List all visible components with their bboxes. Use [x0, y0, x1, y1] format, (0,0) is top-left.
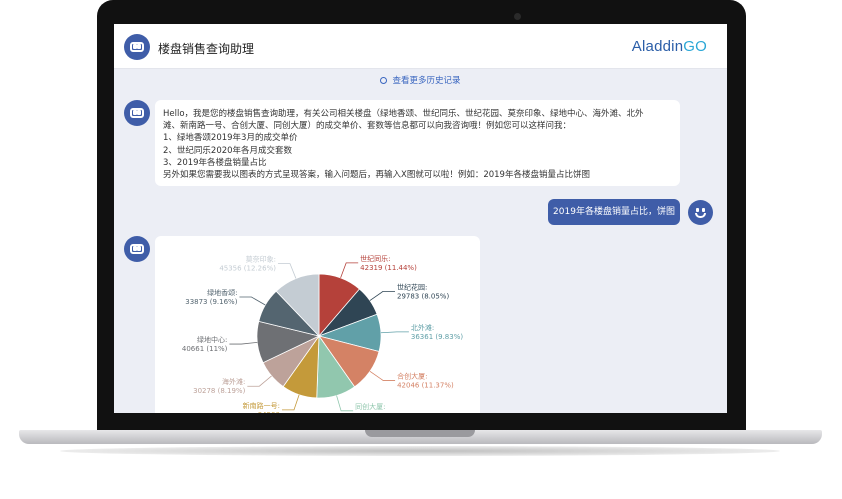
bot-message-line: 滩、新南路一号、合创大厦、同创大厦）的成交单价、套数等信息都可以向我咨询哦！例如… [163, 121, 572, 132]
pie-label-value: 33873 (9.16%) [185, 298, 237, 306]
pie-label-line [369, 290, 395, 301]
camera [514, 13, 521, 20]
pie-label-value: 40661 (11%) [182, 345, 228, 353]
chart-card: 世纪同乐: 42319 (11.44%) 世纪花园: 29783 (8.05%) 北外滩… [155, 236, 480, 413]
bot-avatar-icon [124, 236, 150, 262]
pie-label-value: 36361 (9.83%) [411, 333, 463, 341]
pie-chart: 世纪同乐:42319 (11.44%) 世纪花园:29783 (8.05%) 北外滩… [182, 254, 463, 413]
bot-message: Hello，我是您的楼盘销售查询助理，有关公司相关楼盘（绿地香颂、世纪同乐、世纪… [155, 100, 680, 186]
bot-avatar-icon [124, 34, 150, 60]
pie-label-line [369, 371, 396, 381]
bot-message-line: Hello，我是您的楼盘销售查询助理，有关公司相关楼盘（绿地香颂、世纪同乐、世纪… [163, 109, 644, 119]
clock-icon [380, 77, 388, 84]
pie-label-value: 30278 (8.19%) [193, 387, 245, 395]
pie-label-name: 北外滩: [411, 323, 434, 332]
header: 楼盘销售查询助理 AladdinGO [114, 24, 727, 69]
pie-label-name: 合创大厦: [397, 371, 427, 380]
pie-label-name: 同创大厦: [355, 402, 385, 411]
pie-label-name: 海外滩: [222, 377, 245, 386]
page-title: 楼盘销售查询助理 [158, 42, 255, 56]
bot-message-line: 3、2019年各楼盘销量占比 [163, 157, 267, 168]
pie-label-value: 42319 (11.44%) [360, 264, 417, 272]
laptop-notch [365, 430, 475, 437]
chat-screen: 楼盘销售查询助理 AladdinGO 查看更多历史记录 Hello，我是您的楼盘… [114, 24, 727, 413]
pie-label-name: 莫奈印象: [246, 255, 276, 264]
pie-label-name: 世纪同乐: [360, 254, 390, 263]
bot-message-line: 1、绿地香颂2019年3月的成交单价 [163, 133, 298, 144]
pie-label-line [336, 395, 354, 412]
pie-label-value: 42046 (11.37%) [397, 381, 454, 389]
pie-label-line [380, 331, 409, 334]
bot-message-line: 2、世纪同乐2020年各月成交套数 [163, 145, 293, 156]
pie-label-value: 29783 (8.05%) [397, 292, 449, 300]
pie-label-line [239, 296, 266, 306]
bot-avatar-icon [124, 100, 150, 126]
pie-label-name: 绿地香颂: [207, 288, 237, 297]
pie-label-value: 38500 [355, 412, 377, 413]
history-link-label: 查看更多历史记录 [392, 76, 461, 86]
pie-label-line [281, 394, 300, 411]
pie-label-name: 新南路一号: [243, 401, 280, 410]
pie-label-value: 34500 [258, 411, 280, 413]
user-avatar-icon [688, 200, 713, 225]
pie-label-line [340, 262, 359, 279]
pie-label-value: 45356 (12.26%) [219, 265, 276, 273]
pie-label-line [247, 375, 272, 387]
laptop-shadow [60, 446, 780, 456]
history-link[interactable]: 查看更多历史记录 [114, 74, 727, 86]
pie-label-line [229, 341, 258, 345]
pie-label-name: 绿地中心: [197, 335, 227, 344]
logo: AladdinGO [632, 38, 707, 55]
pie-label-name: 世纪花园: [397, 282, 427, 291]
pie-label-line [277, 263, 297, 279]
user-message: 2019年各楼盘销量占比，饼图 [548, 199, 680, 225]
bot-message-line: 另外如果您需要我以图表的方式呈现答案，输入问题后，再输入X图就可以啦！例如：20… [163, 170, 590, 181]
logo-main: Aladdin [631, 38, 684, 55]
logo-accent: GO [683, 38, 707, 55]
